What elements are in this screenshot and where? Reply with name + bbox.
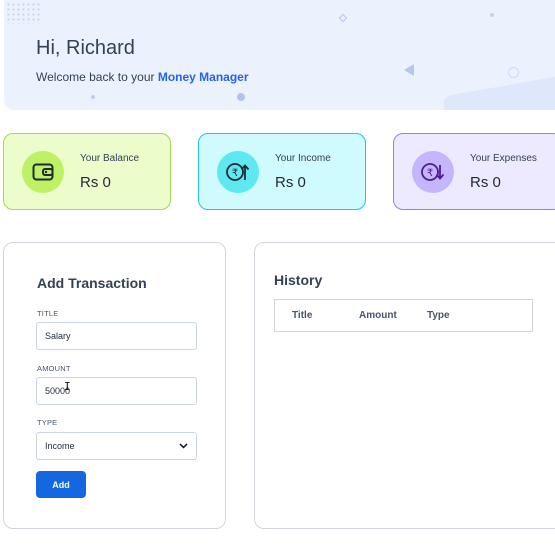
expenses-card: ₹ Your Expenses Rs 0	[393, 133, 555, 210]
balance-value: Rs 0	[80, 174, 111, 191]
type-selected-value: Income	[45, 441, 75, 451]
column-header-title: Title	[292, 310, 313, 321]
balance-card: Your Balance Rs 0	[3, 133, 171, 210]
dot-decoration	[490, 13, 494, 17]
chevron-down-icon	[179, 441, 188, 451]
ring-decoration	[508, 67, 519, 78]
greeting-heading: Hi, Richard	[36, 37, 135, 59]
history-title: History	[274, 272, 323, 288]
dot-decoration	[237, 93, 245, 101]
history-panel: History Title Amount Type	[254, 242, 555, 529]
type-field-label: TYPE	[37, 418, 58, 427]
history-table-header: Title Amount Type	[274, 299, 533, 332]
expenses-value: Rs 0	[470, 174, 501, 191]
type-select[interactable]: Income	[36, 432, 197, 460]
brand-name: Money Manager	[157, 70, 249, 84]
triangle-decoration	[404, 64, 414, 76]
wallet-icon	[22, 151, 64, 193]
wave-decoration	[444, 71, 555, 110]
title-input[interactable]	[36, 322, 197, 350]
add-button[interactable]: Add	[36, 471, 86, 498]
income-card: ₹ Your Income Rs 0	[198, 133, 366, 210]
rupee-up-icon: ₹	[217, 151, 259, 193]
column-header-amount: Amount	[359, 310, 397, 321]
column-header-type: Type	[427, 310, 450, 321]
welcome-prefix: Welcome back to your	[36, 70, 155, 84]
expenses-label: Your Expenses	[470, 153, 537, 164]
income-label: Your Income	[275, 153, 331, 164]
income-value: Rs 0	[275, 174, 306, 191]
svg-text:₹: ₹	[232, 168, 238, 179]
title-field-label: TITLE	[37, 309, 59, 318]
diamond-decoration	[338, 13, 348, 23]
dot-decoration	[91, 95, 95, 99]
balance-label: Your Balance	[80, 153, 140, 164]
add-transaction-panel: Add Transaction TITLE AMOUNT I TYPE Inco…	[3, 242, 226, 529]
welcome-text: Welcome back to your Money Manager	[36, 70, 249, 84]
svg-text:₹: ₹	[427, 168, 433, 179]
rupee-down-icon: ₹	[412, 151, 454, 193]
amount-input[interactable]	[36, 377, 197, 405]
add-transaction-title: Add Transaction	[37, 275, 147, 291]
amount-field-label: AMOUNT	[37, 364, 71, 373]
dot-pattern-decoration	[6, 2, 40, 24]
text-cursor-icon: I	[64, 380, 71, 393]
